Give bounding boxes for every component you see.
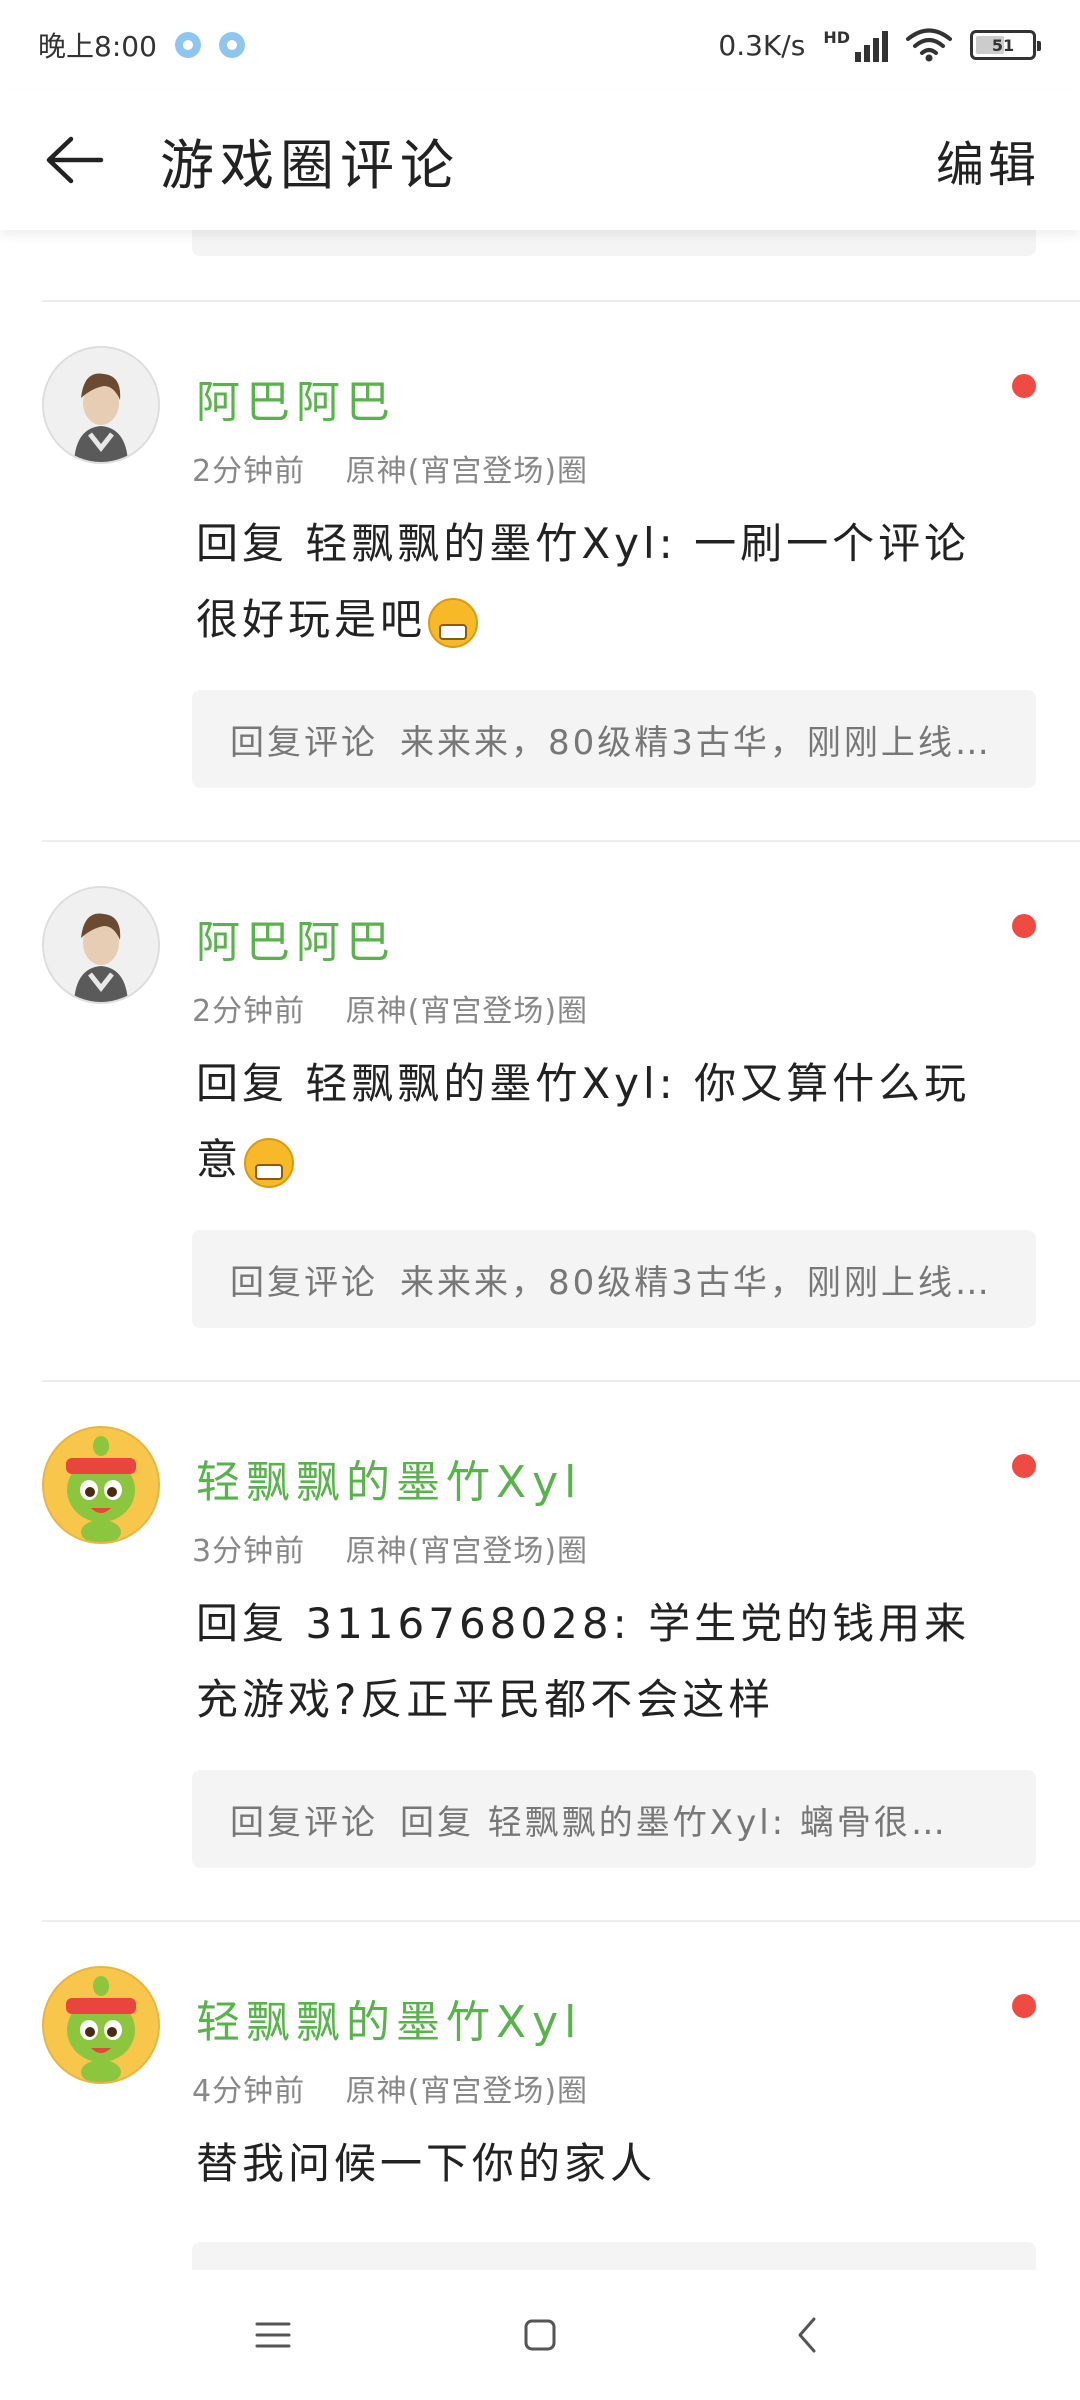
divider [42, 1380, 1080, 1382]
mascot-avatar-icon [44, 1968, 158, 2082]
comment-text: 回复 3116768028: 学生党的钱用来充游戏?反正平民都不会这样 [196, 1586, 986, 1738]
home-button[interactable] [510, 2305, 570, 2365]
menu-button[interactable] [243, 2305, 303, 2365]
mascot-avatar-icon [44, 1428, 158, 1542]
reply-box[interactable]: 回复评论 回复 轻飘飘的墨竹Xyl: 螭骨很… [192, 1770, 1036, 1868]
battery-icon: 51 [970, 30, 1041, 60]
comment-meta: 3分钟前 原神(宵宫登场)圈 [192, 1526, 588, 1570]
wifi-icon [906, 28, 952, 62]
comment-meta: 2分钟前 原神(宵宫登场)圈 [192, 446, 588, 490]
system-nav-bar [0, 2270, 1080, 2400]
reply-box[interactable]: 回复评论 来来来，80级精3古华，刚刚上线… [192, 1230, 1036, 1328]
unread-dot [1012, 914, 1036, 938]
system-back-button[interactable] [777, 2305, 837, 2365]
grimacing-emoji-icon [244, 1137, 295, 1188]
username[interactable]: 轻飘飘的墨竹Xyl [196, 1986, 582, 2050]
username[interactable]: 阿巴阿巴 [196, 366, 396, 430]
comment-text-content: 回复 轻飘飘的墨竹Xyl: 你又算什么玩意 [196, 1059, 971, 1184]
status-left: 晚上8:00 [38, 25, 245, 65]
network-speed: 0.3K/s [718, 28, 806, 62]
signal-icon: HD [823, 28, 888, 62]
comment-text-content: 替我问候一下你的家人 [196, 2139, 657, 2188]
notification-icon [218, 32, 245, 58]
reply-quote: 来来来，80级精3古华，刚刚上线… [400, 1262, 992, 1303]
notification-icon [174, 32, 201, 58]
comment-text-content: 回复 轻飘飘的墨竹Xyl: 一刷一个评论很好玩是吧 [196, 519, 971, 644]
boy-avatar-icon [44, 888, 158, 1002]
unread-dot [1012, 1994, 1036, 2018]
comment-feed[interactable]: 阿巴阿巴 2分钟前 原神(宵宫登场)圈 回复 轻飘飘的墨竹Xyl: 一刷一个评论… [0, 230, 1080, 2270]
reply-prefix: 回复评论 [230, 1262, 378, 1303]
home-square-icon [524, 2319, 556, 2351]
boy-avatar-icon [44, 348, 158, 462]
comment-text-content: 回复 3116768028: 学生党的钱用来充游戏?反正平民都不会这样 [196, 1599, 971, 1724]
username[interactable]: 阿巴阿巴 [196, 906, 396, 970]
status-time: 晚上8:00 [38, 30, 157, 63]
reply-box[interactable] [192, 230, 1036, 256]
edit-button[interactable]: 编辑 [936, 125, 1040, 195]
unread-dot [1012, 1454, 1036, 1478]
battery-level: 51 [991, 35, 1015, 55]
username[interactable]: 轻飘飘的墨竹Xyl [196, 1446, 582, 1510]
divider [42, 1920, 1080, 1922]
grimacing-emoji-icon [428, 597, 479, 648]
status-bar: 晚上8:00 0.3K/s HD 51 [0, 0, 1080, 90]
comment-meta: 2分钟前 原神(宵宫登场)圈 [192, 986, 588, 1030]
comment-text: 回复 轻飘飘的墨竹Xyl: 你又算什么玩意 [196, 1046, 986, 1198]
status-right: 0.3K/s HD 51 [718, 28, 1041, 62]
title-bar: 游戏圈评论 编辑 [0, 90, 1080, 230]
divider [42, 840, 1080, 842]
comment-text: 替我问候一下你的家人 [196, 2126, 986, 2202]
user-avatar[interactable] [42, 1966, 160, 2084]
unread-dot [1012, 374, 1036, 398]
user-avatar[interactable] [42, 886, 160, 1004]
comment-time: 3分钟前 [192, 1534, 306, 1569]
hd-label: HD [823, 28, 850, 47]
circle-name[interactable]: 原神(宵宫登场)圈 [346, 2074, 588, 2109]
user-avatar[interactable] [42, 346, 160, 464]
reply-box[interactable]: 回复评论 来来来，80级精3古华，刚刚上线… [192, 690, 1036, 788]
comment-meta: 4分钟前 原神(宵宫登场)圈 [192, 2066, 588, 2110]
comment-time: 2分钟前 [192, 454, 306, 489]
comment-time: 4分钟前 [192, 2074, 306, 2109]
comment-time: 2分钟前 [192, 994, 306, 1029]
circle-name[interactable]: 原神(宵宫登场)圈 [346, 1534, 588, 1569]
reply-quote: 回复 轻飘飘的墨竹Xyl: 螭骨很… [400, 1802, 948, 1843]
back-button[interactable] [40, 125, 110, 195]
back-arrow-icon [46, 136, 104, 184]
user-avatar[interactable] [42, 1426, 160, 1544]
reply-prefix: 回复评论 [230, 1802, 378, 1843]
menu-icon [255, 2322, 291, 2348]
page-title: 游戏圈评论 [160, 133, 460, 197]
circle-name[interactable]: 原神(宵宫登场)圈 [346, 994, 588, 1029]
comment-text: 回复 轻飘飘的墨竹Xyl: 一刷一个评论很好玩是吧 [196, 506, 986, 658]
reply-quote: 来来来，80级精3古华，刚刚上线… [400, 722, 992, 763]
chevron-left-icon [798, 2317, 816, 2353]
reply-prefix: 回复评论 [230, 722, 378, 763]
reply-box[interactable] [192, 2242, 1036, 2270]
circle-name[interactable]: 原神(宵宫登场)圈 [346, 454, 588, 489]
divider [42, 300, 1080, 302]
